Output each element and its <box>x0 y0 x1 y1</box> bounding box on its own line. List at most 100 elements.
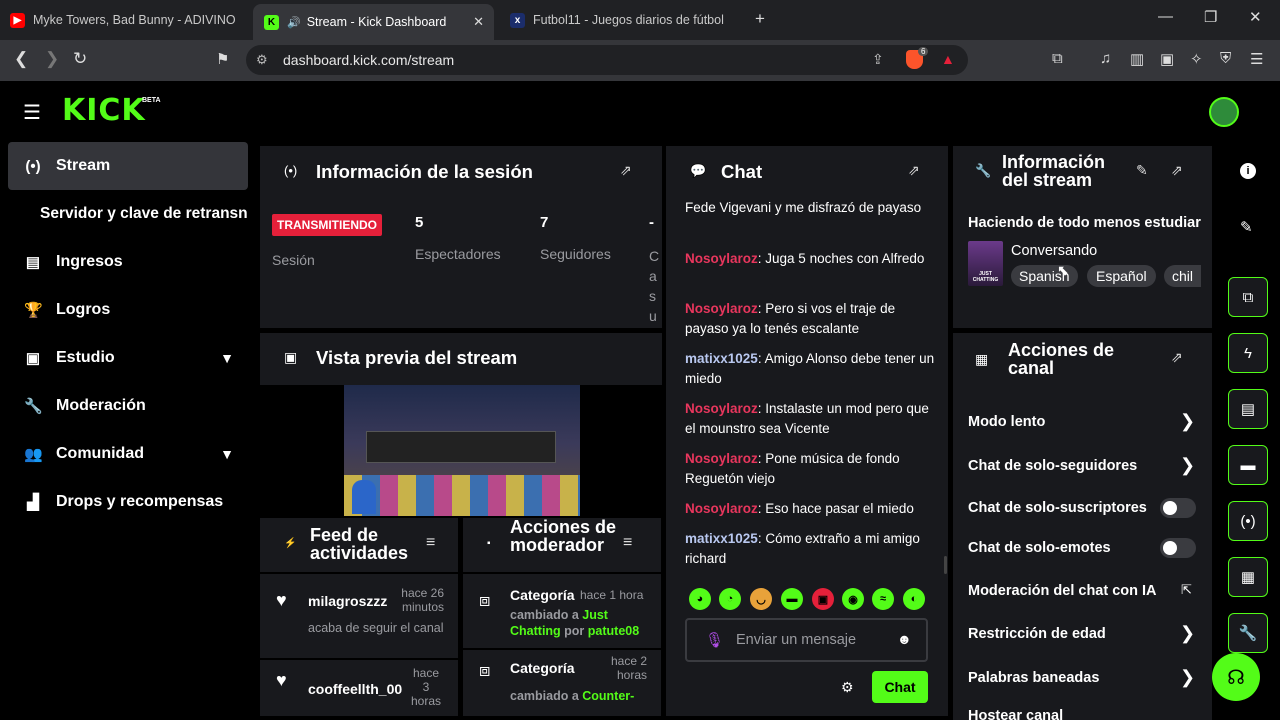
chat-scrollbar[interactable] <box>944 556 947 574</box>
screenshot-icon[interactable]: ⧉ <box>1052 50 1063 67</box>
sidebar-item-server-key[interactable]: Servidor y clave de retransn <box>8 190 258 238</box>
edit-icon[interactable]: ✎ <box>1240 218 1253 236</box>
minimize-icon[interactable]: — <box>1158 8 1173 25</box>
channel-action-host[interactable]: Hostear canal <box>968 708 1063 720</box>
feed-user[interactable]: cooffeellth_00 <box>308 681 402 697</box>
tool-button-flash[interactable]: ϟ <box>1228 333 1268 373</box>
back-icon[interactable]: ❮ <box>14 49 28 69</box>
wallet-icon[interactable]: ▣ <box>1160 50 1174 68</box>
tool-button-document[interactable]: ▤ <box>1228 389 1268 429</box>
bookmark-icon[interactable]: ⚑ <box>216 50 229 68</box>
sidebar-item-stream[interactable]: (•) Stream <box>8 142 248 190</box>
leo-ai-icon[interactable]: ✧ <box>1190 50 1203 68</box>
chevron-down-icon[interactable]: ▼ <box>220 350 234 366</box>
emote-icon[interactable]: ◉ <box>842 588 864 610</box>
channel-action-followers-only[interactable]: Chat de solo-seguidores <box>968 458 1137 474</box>
browser-tab-youtube[interactable]: ▶ Myke Towers, Bad Bunny - ADIVINO <box>10 5 246 35</box>
tool-button-channel[interactable]: ▦ <box>1228 557 1268 597</box>
emotes-only-toggle[interactable] <box>1160 538 1196 558</box>
popout-icon[interactable]: ⇗ <box>1171 349 1183 366</box>
stream-preview-video[interactable] <box>260 385 662 516</box>
brave-rewards-icon[interactable]: ▲ <box>941 51 955 67</box>
sidebar-toggle-icon[interactable]: ▥ <box>1130 50 1144 68</box>
emote-icon[interactable]: ◐ <box>903 588 925 610</box>
sidebar-item-comunidad[interactable]: 👥 Comunidad ▼ <box>8 430 248 478</box>
chevron-down-icon[interactable]: ▼ <box>220 446 234 462</box>
emoji-icon[interactable]: ☻ <box>897 631 912 647</box>
sidebar-item-moderacion[interactable]: 🔧 Moderación <box>8 382 248 430</box>
emote-icon[interactable]: ◔ <box>719 588 741 610</box>
channel-action-ai-moderation[interactable]: Moderación del chat con IA <box>968 583 1157 599</box>
chevron-right-icon[interactable]: ❯ <box>1180 455 1195 476</box>
send-chat-button[interactable]: Chat <box>872 671 928 703</box>
channel-action-banned-words[interactable]: Palabras baneadas <box>968 670 1099 686</box>
tag-chip[interactable]: chil <box>1164 265 1202 287</box>
site-info-icon[interactable]: ⚙ <box>256 52 268 68</box>
microphone-icon[interactable]: 🎙 <box>705 631 724 649</box>
share-icon[interactable]: ⇪ <box>872 51 884 68</box>
info-icon[interactable]: i <box>1240 163 1256 179</box>
media-icon[interactable]: ♫ <box>1100 50 1111 67</box>
sidebar-item-drops[interactable]: ▟ Drops y recompensas <box>8 478 248 526</box>
popout-icon[interactable]: ⇗ <box>620 162 632 179</box>
popout-icon[interactable]: ⇗ <box>1171 162 1183 179</box>
detail-user[interactable]: patute08 <box>588 624 639 638</box>
chevron-right-icon[interactable]: ❯ <box>1180 667 1195 688</box>
chat-username[interactable]: Nosoylaroz <box>685 401 758 416</box>
close-tab-icon[interactable]: ✕ <box>473 14 484 30</box>
chat-username[interactable]: matixx1025 <box>685 531 758 546</box>
popout-icon[interactable]: ⇗ <box>908 162 920 179</box>
channel-action-age-restriction[interactable]: Restricción de edad <box>968 626 1106 642</box>
category-thumbnail[interactable]: JUST CHATTING <box>968 241 1003 286</box>
reload-icon[interactable]: ↻ <box>73 49 87 69</box>
chat-username[interactable]: Nosoylaroz <box>685 501 758 516</box>
subscribers-only-toggle[interactable] <box>1160 498 1196 518</box>
tool-button-scan[interactable]: ⧉ <box>1228 277 1268 317</box>
address-bar[interactable]: ⚙ dashboard.kick.com/stream ⇪ 6 ▲ <box>246 45 968 75</box>
window-close-icon[interactable]: ✕ <box>1249 8 1262 26</box>
support-button[interactable]: ☊ <box>1212 653 1260 701</box>
chat-username[interactable]: Nosoylaroz <box>685 451 758 466</box>
restore-icon[interactable]: ❐ <box>1204 8 1217 26</box>
new-tab-icon[interactable]: + <box>755 9 765 29</box>
sidebar-item-estudio[interactable]: ▣ Estudio ▼ <box>8 334 248 382</box>
emote-icon[interactable]: ▬ <box>781 588 803 610</box>
chat-input[interactable]: 🎙 Enviar un mensaje ☻ <box>685 618 928 662</box>
chat-username[interactable]: Nosoylaroz <box>685 251 758 266</box>
sidebar-item-ingresos[interactable]: ▤ Ingresos <box>8 238 248 286</box>
filter-icon[interactable]: ≡ <box>426 534 435 552</box>
more-icon[interactable]: ⋮ <box>655 534 661 551</box>
emote-icon[interactable]: ≈ <box>872 588 894 610</box>
user-avatar[interactable] <box>1209 97 1239 127</box>
emote-icon[interactable]: ▣ <box>812 588 834 610</box>
chevron-right-icon[interactable]: ❯ <box>1180 623 1195 644</box>
tool-button-broadcast[interactable]: (•) <box>1228 501 1268 541</box>
edit-icon[interactable]: ✎ <box>1136 162 1148 179</box>
chat-username[interactable]: matixx1025 <box>685 351 758 366</box>
tag-chip[interactable]: Español <box>1087 265 1156 287</box>
external-link-icon[interactable]: ⇱ <box>1181 582 1192 598</box>
detail-category[interactable]: Counter- <box>582 689 634 703</box>
filter-icon[interactable]: ≡ <box>623 534 632 552</box>
chat-input-placeholder[interactable]: Enviar un mensaje <box>736 632 856 648</box>
feed-user[interactable]: milagroszzz <box>308 593 387 609</box>
tool-button-chat[interactable]: ▬ <box>1228 445 1268 485</box>
category-name[interactable]: Conversando <box>1011 243 1097 259</box>
forward-icon[interactable]: ❯ <box>45 49 59 69</box>
browser-tab-futbol11[interactable]: x Futbol11 - Juegos diarios de fútbol <box>510 5 746 35</box>
tool-button-wrench[interactable]: 🔧 <box>1228 613 1268 653</box>
emote-icon[interactable]: ◕ <box>689 588 711 610</box>
emote-icon[interactable]: ◡ <box>750 588 772 610</box>
channel-action-subscribers-only[interactable]: Chat de solo-suscriptores <box>968 500 1147 516</box>
url-text[interactable]: dashboard.kick.com/stream <box>283 52 454 68</box>
kick-logo[interactable]: KICK <box>62 95 146 127</box>
menu-icon[interactable]: ☰ <box>1250 50 1263 68</box>
browser-tab-kick[interactable]: K 🔊 Stream - Kick Dashboard ✕ <box>253 4 494 40</box>
sidebar-item-logros[interactable]: 🏆 Logros <box>8 286 248 334</box>
chevron-right-icon[interactable]: ❯ <box>1180 411 1195 432</box>
channel-action-slow-mode[interactable]: Modo lento <box>968 414 1045 430</box>
chat-settings-icon[interactable]: ⚙ <box>841 679 854 696</box>
chat-username[interactable]: Nosoylaroz <box>685 301 758 316</box>
hamburger-menu-icon[interactable]: ☰ <box>23 100 41 125</box>
channel-action-emotes-only[interactable]: Chat de solo-emotes <box>968 540 1111 556</box>
